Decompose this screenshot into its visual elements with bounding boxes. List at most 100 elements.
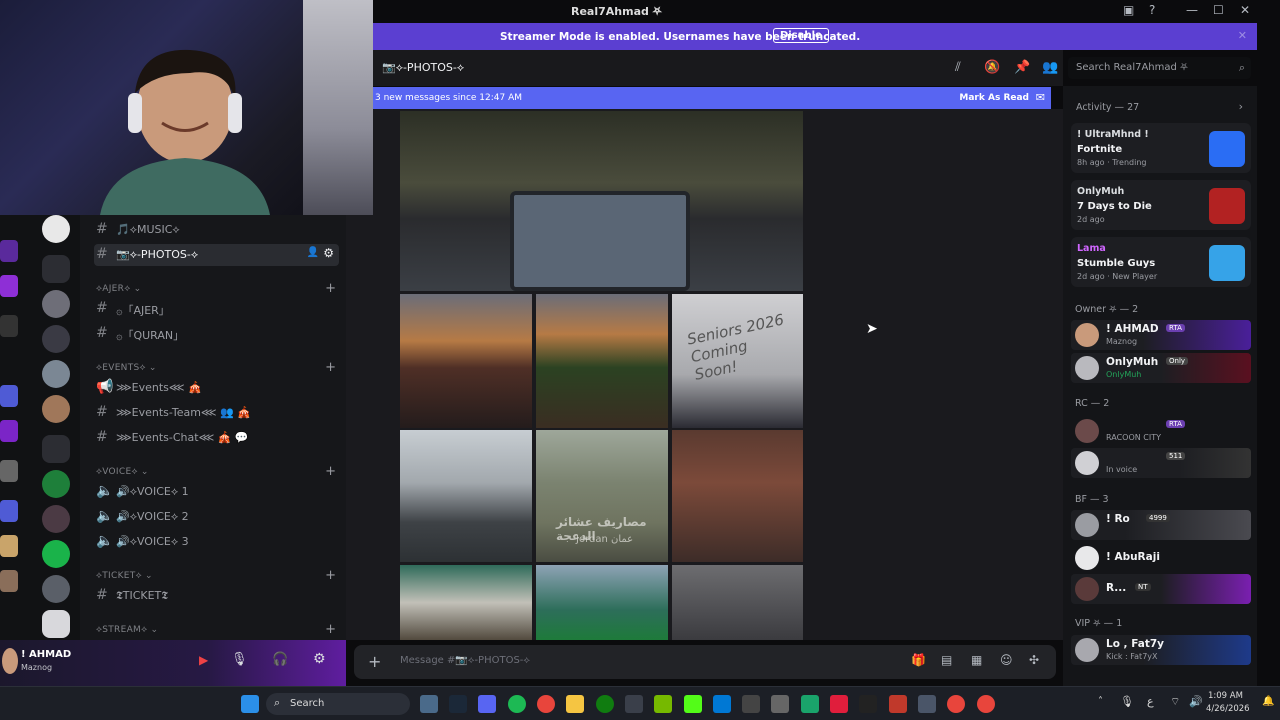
activity-card[interactable]: OnlyMuh 7 Days to Die 2d ago (1071, 180, 1251, 230)
member-item[interactable]: R... NT (1071, 574, 1251, 604)
store-icon[interactable] (625, 695, 643, 713)
photo-attachment[interactable] (672, 565, 803, 640)
app-icon[interactable] (830, 695, 848, 713)
chrome-icon[interactable] (977, 695, 995, 713)
member-item[interactable]: OnlyMuh OnlyMuh Only (1071, 353, 1251, 383)
emoji-icon[interactable]: ☺ (1000, 653, 1013, 667)
photo-attachment[interactable] (400, 111, 803, 291)
server-icon[interactable] (42, 360, 70, 388)
new-messages-bar[interactable]: 3 new messages since 12:47 AM Mark As Re… (373, 87, 1051, 109)
volume-icon[interactable]: 🔊 (1189, 695, 1203, 708)
server-icon[interactable] (42, 290, 70, 318)
chevron-up-icon[interactable]: ˄ (1098, 696, 1103, 707)
chevron-right-icon[interactable]: › (1239, 100, 1243, 113)
taskbar-search[interactable]: ⌕ Search (266, 693, 410, 715)
app-icon[interactable] (771, 695, 789, 713)
close-button[interactable]: ✕ (1240, 3, 1250, 17)
add-channel-icon[interactable]: + (325, 281, 336, 296)
file-explorer-icon[interactable] (566, 695, 584, 713)
add-channel-icon[interactable]: + (325, 464, 336, 479)
category-ticket[interactable]: ⟡TICKET⟡ ⌄ (96, 571, 153, 581)
server-icon[interactable] (42, 540, 70, 568)
photo-attachment[interactable] (536, 565, 668, 640)
sticker-icon[interactable]: ▦ (971, 653, 982, 667)
server-icon[interactable] (0, 500, 18, 522)
server-icon[interactable] (0, 460, 18, 482)
photo-attachment[interactable] (400, 430, 532, 562)
server-icon[interactable] (42, 325, 70, 353)
server-folder-icon[interactable] (42, 255, 70, 283)
close-banner-icon[interactable]: ✕ (1238, 29, 1247, 42)
server-icon[interactable] (42, 215, 70, 243)
mark-read-icon[interactable]: ✉ (1036, 91, 1045, 104)
server-icon[interactable] (0, 570, 18, 592)
apps-icon[interactable]: ✣ (1029, 653, 1039, 667)
server-icon[interactable] (0, 315, 18, 337)
nvidia-icon[interactable] (654, 695, 672, 713)
channel-photos[interactable]: # 📷⟡-PHOTOS-⟡ 👤 ⚙ (94, 244, 339, 266)
steam-icon[interactable] (449, 695, 467, 713)
channel-quran[interactable]: # ۞「QURAN」 (94, 323, 339, 345)
spotify-icon[interactable] (508, 695, 526, 713)
category-events[interactable]: ⟡EVENTS⟡ ⌄ (96, 363, 157, 373)
message-composer[interactable]: + Message #📷⟡-PHOTOS-⟡ 🎁 ▤ ▦ ☺ ✣ (354, 645, 1056, 679)
pin-icon[interactable]: 📌 (1014, 60, 1030, 75)
member-list-icon[interactable]: 👥 (1042, 60, 1058, 75)
channel-voice-1[interactable]: 🔈 🔊⟡VOICE⟡ 1 (94, 481, 339, 503)
language-indicator[interactable]: ع (1147, 695, 1154, 708)
maximize-button[interactable]: ☐ (1213, 3, 1224, 17)
server-icon[interactable] (42, 610, 70, 638)
add-channel-icon[interactable]: + (325, 622, 336, 637)
channel-music[interactable]: # 🎵⟡MUSIC⟡ (94, 219, 339, 241)
photo-attachment[interactable] (400, 294, 532, 428)
photo-attachment[interactable]: مصاريف عشائر الدعجة Jordan عمان (536, 430, 668, 562)
capcut-icon[interactable] (859, 695, 877, 713)
notifications-off-icon[interactable]: 🔕 (984, 60, 1000, 75)
inbox-icon[interactable]: ▣ (1123, 3, 1134, 17)
channel-events[interactable]: 📢 ⋙Events⋘ 🎪 (94, 377, 339, 399)
add-channel-icon[interactable]: + (325, 568, 336, 583)
wifi-icon[interactable]: ⌔ (1170, 695, 1180, 709)
member-item[interactable]: ! AbuRaji (1071, 543, 1251, 573)
photo-attachment[interactable] (536, 294, 668, 428)
avatar[interactable] (2, 648, 18, 674)
server-folder-icon[interactable] (42, 435, 70, 463)
app-icon[interactable] (742, 695, 760, 713)
discord-icon[interactable] (478, 695, 496, 713)
minimize-button[interactable]: — (1186, 3, 1198, 17)
mark-as-read-button[interactable]: Mark As Read (959, 93, 1029, 103)
help-icon[interactable]: ? (1149, 3, 1155, 17)
category-voice[interactable]: ⟡VOICE⟡ ⌄ (96, 467, 149, 477)
camera-app-icon[interactable] (420, 695, 438, 713)
channel-events-team[interactable]: # ⋙Events-Team⋘ 👥 🎪 (94, 402, 339, 424)
channel-ajer[interactable]: # ۞「AJER」 (94, 298, 339, 320)
message-input[interactable]: Message #📷⟡-PHOTOS-⟡ (400, 655, 530, 666)
add-channel-icon[interactable]: + (325, 360, 336, 375)
microphone-icon[interactable]: 🎙 (1120, 695, 1134, 708)
gif-icon[interactable]: ▤ (941, 653, 952, 667)
notification-icon[interactable]: 🔔 (1262, 696, 1274, 707)
settings-icon[interactable]: ⚙ (313, 651, 326, 667)
photo-attachment[interactable] (400, 565, 532, 640)
category-stream[interactable]: ⟡STREAM⟡ ⌄ (96, 625, 158, 635)
headphones-icon[interactable]: 🎧 (272, 652, 288, 667)
xbox-icon[interactable] (596, 695, 614, 713)
gear-icon[interactable]: ⚙ (323, 246, 334, 260)
photo-attachment[interactable] (672, 430, 803, 562)
member-item[interactable]: In voice 511 (1071, 448, 1251, 478)
server-icon[interactable] (0, 420, 18, 442)
channel-voice-3[interactable]: 🔈 🔊⟡VOICE⟡ 3 (94, 531, 339, 553)
server-icon[interactable] (42, 575, 70, 603)
chrome-icon[interactable] (947, 695, 965, 713)
add-attachment-icon[interactable]: + (368, 652, 381, 671)
server-icon[interactable] (0, 240, 18, 262)
search-input[interactable]: Search Real7Ahmad ⛧ ⌕ (1068, 57, 1251, 79)
chrome-icon[interactable] (537, 695, 555, 713)
photo-attachment[interactable]: Seniors 2026 Coming Soon! (672, 294, 803, 428)
server-icon[interactable] (0, 535, 18, 557)
member-item[interactable]: Lo , Fat7y Kick : Fat7yX (1071, 635, 1251, 665)
kick-icon[interactable] (684, 695, 702, 713)
app-icon[interactable] (713, 695, 731, 713)
member-item[interactable]: ! AHMAD Maznog RTA (1071, 320, 1251, 350)
member-item[interactable]: RACOON CITY RTA (1071, 416, 1251, 446)
